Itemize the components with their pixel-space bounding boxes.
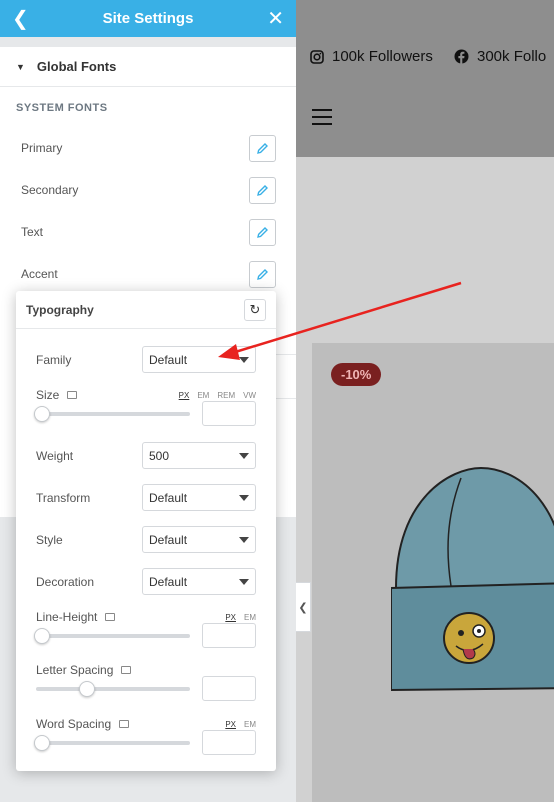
- word-spacing-label: Word Spacing: [36, 717, 130, 731]
- unit-px[interactable]: PX: [225, 613, 236, 622]
- unit-em[interactable]: EM: [244, 720, 256, 729]
- unit-rem[interactable]: REM: [217, 391, 235, 400]
- site-preview: 100k Followers 300k Follo -10%: [296, 0, 554, 802]
- font-row-secondary: Secondary: [0, 169, 296, 211]
- decoration-select[interactable]: Default: [142, 568, 256, 595]
- line-height-units: PX EM: [225, 613, 256, 622]
- unit-px[interactable]: PX: [225, 720, 236, 729]
- pencil-icon: [257, 268, 268, 280]
- instagram-followers[interactable]: 100k Followers: [310, 48, 433, 65]
- size-input[interactable]: [202, 401, 256, 426]
- instagram-followers-label: 100k Followers: [332, 48, 433, 65]
- monitor-icon[interactable]: [121, 665, 132, 674]
- caret-down-icon: [239, 452, 249, 459]
- letter-spacing-input[interactable]: [202, 676, 256, 701]
- style-select[interactable]: Default: [142, 526, 256, 553]
- transform-value: Default: [149, 490, 188, 505]
- caret-down-icon: [239, 578, 249, 585]
- unit-em[interactable]: EM: [197, 391, 209, 400]
- word-spacing-units: PX EM: [225, 720, 256, 729]
- style-value: Default: [149, 532, 188, 547]
- transform-label: Transform: [36, 491, 91, 505]
- transform-select[interactable]: Default: [142, 484, 256, 511]
- font-label: Text: [21, 225, 44, 239]
- slider-thumb[interactable]: [34, 628, 50, 644]
- letter-spacing-label: Letter Spacing: [36, 663, 132, 677]
- unit-em[interactable]: EM: [244, 613, 256, 622]
- size-slider[interactable]: [34, 406, 190, 422]
- unit-vw[interactable]: VW: [243, 391, 256, 400]
- font-label: Secondary: [21, 183, 79, 197]
- edit-accent-button[interactable]: [249, 260, 276, 288]
- reset-icon[interactable]: ↻: [244, 298, 266, 321]
- weight-label: Weight: [36, 449, 74, 463]
- facebook-followers-label: 300k Follo: [477, 48, 547, 65]
- caret-down-icon: [239, 494, 249, 501]
- close-icon[interactable]: ✕: [267, 9, 284, 29]
- popover-header: Typography ↻: [16, 291, 276, 329]
- slider-thumb[interactable]: [34, 735, 50, 751]
- pencil-icon: [257, 142, 268, 154]
- edit-primary-button[interactable]: [249, 134, 276, 162]
- family-select[interactable]: Default: [142, 346, 256, 373]
- popover-title: Typography: [26, 302, 94, 317]
- decoration-label: Decoration: [36, 575, 95, 589]
- edit-secondary-button[interactable]: [249, 176, 276, 204]
- font-row-text: Text: [0, 211, 296, 253]
- typography-popover: Typography ↻ Family Default Size PX EM R…: [16, 291, 276, 771]
- monitor-icon[interactable]: [67, 390, 78, 399]
- word-spacing-slider[interactable]: [34, 735, 190, 751]
- back-chevron-icon[interactable]: ❮: [12, 9, 29, 29]
- pencil-icon: [257, 184, 268, 196]
- font-row-primary: Primary: [0, 127, 296, 169]
- line-height-slider[interactable]: [34, 628, 190, 644]
- section-title: Global Fonts: [36, 59, 117, 74]
- pencil-icon: [257, 226, 268, 238]
- caret-down-icon: [239, 536, 249, 543]
- weight-select[interactable]: 500: [142, 442, 256, 469]
- menu-icon[interactable]: [312, 109, 332, 125]
- word-spacing-input[interactable]: [202, 730, 256, 755]
- monitor-icon[interactable]: [105, 612, 116, 621]
- size-label: Size: [36, 388, 78, 402]
- edit-text-button[interactable]: [249, 218, 276, 246]
- weight-value: 500: [149, 448, 170, 463]
- slider-thumb[interactable]: [78, 681, 95, 697]
- line-height-label: Line-Height: [36, 610, 116, 624]
- preview-topbar: [296, 0, 554, 157]
- panel-header: ❮ Site Settings ✕: [0, 0, 296, 37]
- family-value: Default: [149, 352, 188, 367]
- font-label: Accent: [21, 267, 58, 281]
- size-units: PX EM REM VW: [179, 391, 256, 400]
- facebook-icon: [454, 49, 469, 64]
- line-height-input[interactable]: [202, 623, 256, 648]
- collapse-panel-button[interactable]: ❮: [296, 582, 311, 632]
- decoration-value: Default: [149, 574, 188, 589]
- caret-down-icon: [239, 356, 249, 363]
- global-fonts-toggle[interactable]: ▼ Global Fonts: [0, 47, 296, 87]
- panel-title: Site Settings: [102, 10, 194, 27]
- facebook-followers[interactable]: 300k Follo: [454, 48, 546, 65]
- caret-down-icon: ▼: [16, 61, 25, 72]
- style-label: Style: [36, 533, 63, 547]
- font-label: Primary: [21, 141, 63, 155]
- slider-thumb[interactable]: [34, 406, 50, 422]
- beanie-image: [391, 466, 554, 692]
- discount-badge: -10%: [331, 363, 382, 386]
- font-row-accent: Accent: [0, 253, 296, 295]
- unit-px[interactable]: PX: [179, 391, 190, 400]
- letter-spacing-slider[interactable]: [36, 681, 190, 697]
- family-label: Family: [36, 353, 72, 367]
- system-fonts-label: SYSTEM FONTS: [16, 102, 108, 114]
- instagram-icon: [310, 49, 324, 64]
- monitor-icon[interactable]: [119, 719, 130, 728]
